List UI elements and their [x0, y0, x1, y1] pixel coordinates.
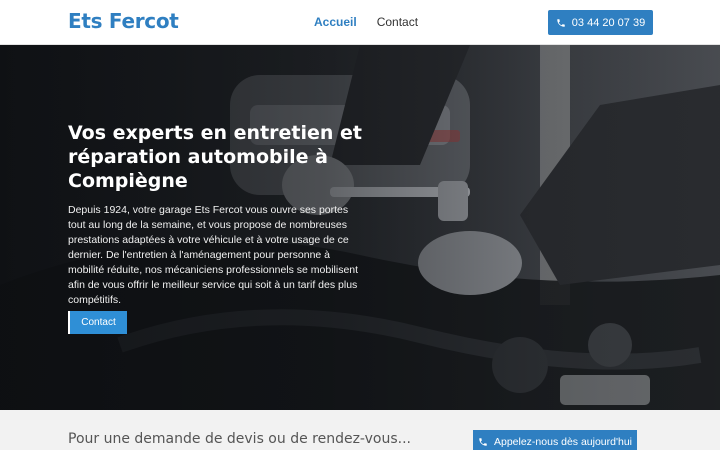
site-logo[interactable]: Ets Fercot: [68, 9, 179, 33]
phone-button[interactable]: 03 44 20 07 39: [548, 10, 653, 35]
nav-item-accueil[interactable]: Accueil: [314, 15, 357, 29]
hero-section: Vos experts en entretien et réparation a…: [0, 45, 720, 410]
phone-button-label: 03 44 20 07 39: [571, 16, 646, 29]
hero-title: Vos experts en entretien et réparation a…: [68, 122, 363, 192]
site-header: Ets Fercot Accueil Contact 03 44 20 07 3…: [0, 0, 720, 45]
phone-icon: [478, 437, 488, 447]
call-us-button[interactable]: Appelez-nous dès aujourd'hui: [473, 430, 637, 450]
contact-button[interactable]: Contact: [68, 311, 127, 334]
nav-item-contact[interactable]: Contact: [377, 15, 418, 29]
phone-icon: [556, 18, 566, 28]
main-nav: Accueil Contact: [314, 15, 418, 29]
call-us-button-label: Appelez-nous dès aujourd'hui: [493, 436, 633, 448]
hero-description: Depuis 1924, votre garage Ets Fercot vou…: [68, 204, 359, 306]
cta-text: Pour une demande de devis ou de rendez-v…: [68, 431, 411, 447]
cta-band: Pour une demande de devis ou de rendez-v…: [0, 410, 720, 450]
